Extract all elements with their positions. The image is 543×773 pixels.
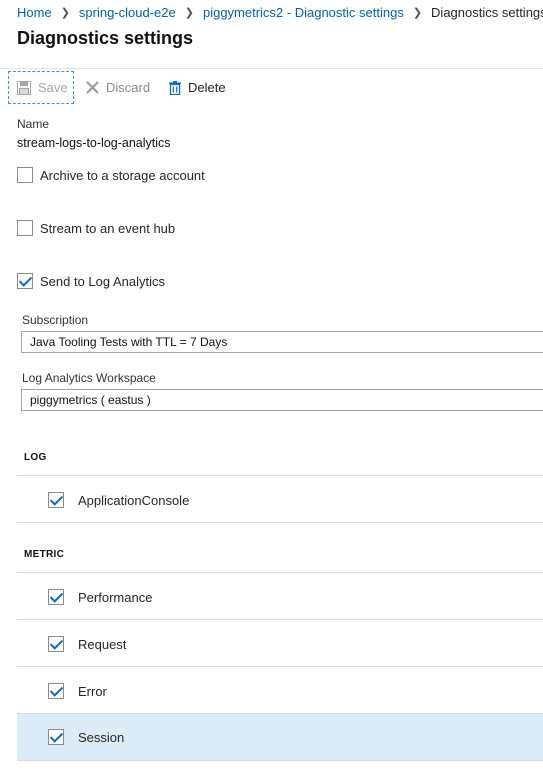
- applicationconsole-checkbox[interactable]: [48, 492, 64, 508]
- archive-storage-label: Archive to a storage account: [40, 167, 205, 183]
- name-value: stream-logs-to-log-analytics: [17, 136, 171, 150]
- error-checkbox[interactable]: [48, 683, 64, 699]
- log-analytics-checkbox[interactable]: [17, 273, 33, 289]
- subscription-label: Subscription: [22, 313, 89, 327]
- discard-label: Discard: [106, 80, 151, 95]
- delete-label: Delete: [188, 80, 226, 95]
- breadcrumb-current: Diagnostics settings: [431, 4, 543, 20]
- category-label: Session: [78, 729, 125, 745]
- subscription-select[interactable]: Java Tooling Tests with TTL = 7 Days: [21, 331, 543, 353]
- chevron-right-icon: ❯: [412, 6, 423, 19]
- divider: [17, 619, 543, 620]
- breadcrumb-diagnostic-settings[interactable]: piggymetrics2 - Diagnostic settings: [203, 5, 404, 20]
- category-label: Request: [78, 636, 127, 652]
- event-hub-label: Stream to an event hub: [40, 220, 176, 236]
- divider: [17, 760, 543, 761]
- save-label: Save: [38, 80, 68, 95]
- event-hub-checkbox[interactable]: [17, 220, 33, 236]
- log-analytics-option[interactable]: Send to Log Analytics: [17, 273, 165, 289]
- log-section-heading: LOG: [24, 452, 47, 463]
- divider: [17, 475, 543, 476]
- breadcrumb: Home ❯ spring-cloud-e2e ❯ piggymetrics2 …: [17, 3, 543, 21]
- command-bar: Save Discard Delete: [0, 68, 543, 106]
- save-icon: [17, 80, 31, 95]
- category-label: Performance: [78, 589, 153, 605]
- archive-storage-checkbox[interactable]: [17, 167, 33, 183]
- log-analytics-label: Send to Log Analytics: [40, 273, 166, 289]
- metric-category-session[interactable]: Session: [17, 714, 543, 760]
- trash-icon: [169, 80, 181, 95]
- breadcrumb-home[interactable]: Home: [17, 5, 52, 20]
- log-category-applicationconsole[interactable]: ApplicationConsole: [17, 477, 543, 523]
- chevron-right-icon: ❯: [184, 6, 194, 19]
- performance-checkbox[interactable]: [48, 589, 64, 605]
- event-hub-option[interactable]: Stream to an event hub: [17, 220, 175, 236]
- divider: [17, 572, 543, 573]
- workspace-select[interactable]: piggymetrics ( eastus ): [21, 389, 543, 411]
- name-label: Name: [17, 117, 50, 131]
- category-label: Error: [78, 683, 107, 699]
- delete-button[interactable]: Delete: [169, 71, 226, 104]
- save-button[interactable]: Save: [8, 71, 74, 104]
- page-title: Diagnostics settings: [17, 28, 194, 48]
- divider: [17, 522, 543, 523]
- close-icon: [86, 81, 99, 94]
- category-label: ApplicationConsole: [78, 492, 190, 508]
- archive-storage-option[interactable]: Archive to a storage account: [17, 167, 205, 183]
- discard-button[interactable]: Discard: [86, 71, 150, 104]
- divider: [17, 666, 543, 667]
- workspace-label: Log Analytics Workspace: [22, 371, 156, 385]
- breadcrumb-spring-cloud-e2e[interactable]: spring-cloud-e2e: [79, 5, 176, 20]
- chevron-right-icon: ❯: [60, 6, 70, 19]
- metric-section-heading: METRIC: [24, 549, 65, 560]
- session-checkbox[interactable]: [48, 729, 64, 745]
- metric-category-error[interactable]: Error: [17, 668, 543, 714]
- request-checkbox[interactable]: [48, 636, 64, 652]
- metric-category-request[interactable]: Request: [17, 621, 543, 667]
- metric-category-performance[interactable]: Performance: [17, 574, 543, 620]
